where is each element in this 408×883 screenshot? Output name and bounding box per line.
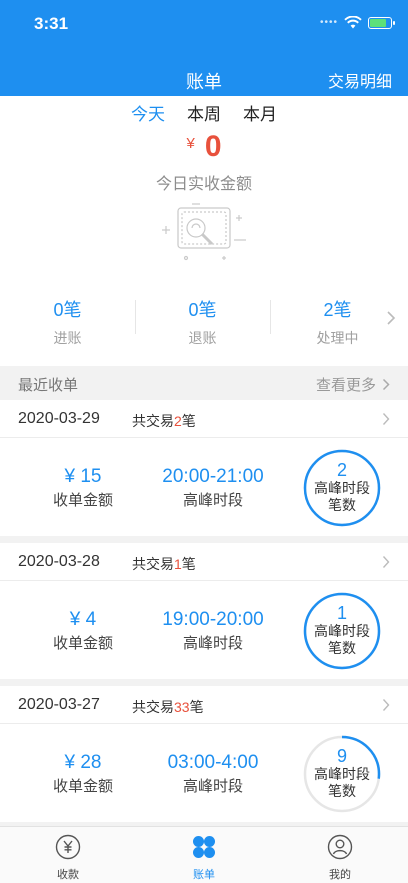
peak-time-label: 高峰时段	[182, 635, 243, 652]
peak-count-value: 1	[336, 603, 347, 623]
peak-count-label-2: 笔数	[328, 640, 356, 656]
stat-refund: 0笔 退账	[135, 296, 270, 348]
tab-label: 我的	[329, 869, 351, 881]
peak-count-label: 高峰时段	[314, 480, 370, 496]
amount-value: 0	[204, 130, 222, 163]
peak-count-ring: 1 高峰时段 笔数	[302, 591, 382, 671]
tab-label: 账单	[193, 869, 215, 881]
order-card[interactable]: 2020-03-29 共交易2笔 ¥ 15 收单金额 20:00-21:00 高…	[0, 400, 408, 536]
peak-count-ring: 9 高峰时段 笔数	[302, 734, 382, 814]
card-date: 2020-03-28	[18, 553, 100, 570]
recent-orders-header: 最近收单 查看更多	[0, 366, 408, 400]
order-card[interactable]: 2020-03-27 共交易33笔 ¥ 28 收单金额 03:00-4:00 高…	[0, 686, 408, 822]
transaction-detail-link[interactable]: 交易明细	[328, 68, 392, 92]
card-header[interactable]: 2020-03-28 共交易1笔	[0, 543, 408, 581]
chevron-right-icon	[382, 378, 390, 391]
peak-time-value: 03:00-4:00	[167, 752, 259, 773]
recent-orders-title: 最近收单	[18, 377, 79, 394]
stat-income-label: 进账	[53, 330, 82, 346]
peak-count-label-2: 笔数	[328, 497, 356, 513]
chevron-right-icon	[382, 699, 390, 711]
card-header[interactable]: 2020-03-29 共交易2笔	[0, 400, 408, 438]
signal-icon: ••••	[319, 17, 338, 28]
peak-count-label: 高峰时段	[314, 623, 370, 639]
order-amount-value: ¥ 15	[64, 466, 102, 487]
peak-count-value: 9	[336, 746, 347, 766]
user-circle-icon	[327, 834, 353, 860]
order-amount: ¥ 4 收单金额	[40, 609, 126, 653]
stat-processing: 2笔 处理中	[270, 296, 405, 348]
tab-bar: 收款 账单 我的	[0, 826, 408, 883]
peak-time-value: 20:00-21:00	[162, 466, 264, 487]
tab-mine[interactable]: 我的	[272, 827, 408, 883]
peak-time: 20:00-21:00 高峰时段	[148, 466, 278, 510]
peak-time-label: 高峰时段	[182, 778, 243, 795]
peak-count-value: 2	[336, 460, 347, 480]
chevron-right-icon[interactable]	[386, 310, 396, 326]
card-count: 共交易1笔	[132, 556, 196, 572]
order-amount: ¥ 28 收单金额	[40, 752, 126, 796]
order-amount: ¥ 15 收单金额	[40, 466, 126, 510]
stat-income: 0笔 进账	[0, 296, 135, 348]
peak-time-label: 高峰时段	[182, 492, 243, 509]
stat-refund-value: 0笔	[188, 300, 217, 320]
chevron-right-icon	[382, 413, 390, 425]
peak-count-ring: 2 高峰时段 笔数	[302, 448, 382, 528]
order-amount-value: ¥ 28	[64, 752, 102, 773]
four-petal-icon	[193, 836, 215, 858]
tab-receive[interactable]: 收款	[0, 827, 136, 883]
summary-panel: 今天 本周 本月 ¥0 今日实收金额 0笔 进账 0笔 退账 2笔 处理中	[0, 96, 408, 366]
status-time: 3:31	[34, 14, 69, 33]
status-icons: ••••	[319, 16, 395, 29]
peak-time-value: 19:00-20:00	[162, 609, 264, 630]
view-more-link[interactable]: 查看更多	[316, 374, 390, 395]
card-count: 共交易33笔	[132, 699, 204, 715]
header: 3:31 •••• 账单 交易明细	[0, 0, 408, 96]
peak-count-label: 高峰时段	[314, 766, 370, 782]
card-body: ¥ 15 收单金额 20:00-21:00 高峰时段 2 高峰时段 笔数	[0, 438, 408, 536]
peak-count-label-2: 笔数	[328, 783, 356, 799]
peak-time: 19:00-20:00 高峰时段	[148, 609, 278, 653]
battery-icon	[368, 16, 395, 29]
order-amount-label: 收单金额	[52, 778, 113, 795]
card-body: ¥ 4 收单金额 19:00-20:00 高峰时段 1 高峰时段 笔数	[0, 581, 408, 679]
tab-bill[interactable]: 账单	[136, 827, 272, 883]
stat-processing-label: 处理中	[316, 330, 359, 346]
card-date: 2020-03-29	[18, 410, 100, 427]
empty-illustration-icon	[162, 203, 246, 261]
tab-this-month[interactable]: 本月	[243, 100, 277, 125]
card-count: 共交易2笔	[132, 413, 196, 429]
stats-row[interactable]: 0笔 进账 0笔 退账 2笔 处理中	[0, 296, 408, 348]
order-amount-label: 收单金额	[52, 635, 113, 652]
period-tabs: 今天 本周 本月	[0, 100, 408, 125]
today-amount: ¥0	[0, 130, 408, 164]
card-body: ¥ 28 收单金额 03:00-4:00 高峰时段 9 高峰时段 笔数	[0, 724, 408, 822]
tab-label: 收款	[57, 869, 79, 881]
tab-this-week[interactable]: 本周	[187, 100, 221, 125]
order-card[interactable]: 2020-03-28 共交易1笔 ¥ 4 收单金额 19:00-20:00 高峰…	[0, 543, 408, 679]
amount-label: 今日实收金额	[155, 176, 252, 193]
peak-time: 03:00-4:00 高峰时段	[148, 752, 278, 796]
order-amount-label: 收单金额	[52, 492, 113, 509]
card-date: 2020-03-27	[18, 696, 100, 713]
stat-processing-value: 2笔	[323, 300, 352, 320]
card-header[interactable]: 2020-03-27 共交易33笔	[0, 686, 408, 724]
chevron-right-icon	[382, 556, 390, 568]
yen-circle-icon	[55, 834, 81, 860]
stat-refund-label: 退账	[188, 330, 217, 346]
tab-today[interactable]: 今天	[131, 100, 165, 125]
wifi-icon	[344, 16, 362, 29]
currency-symbol: ¥	[186, 135, 195, 152]
order-amount-value: ¥ 4	[69, 609, 97, 630]
view-more-label: 查看更多	[315, 377, 376, 394]
stat-income-value: 0笔	[53, 300, 82, 320]
